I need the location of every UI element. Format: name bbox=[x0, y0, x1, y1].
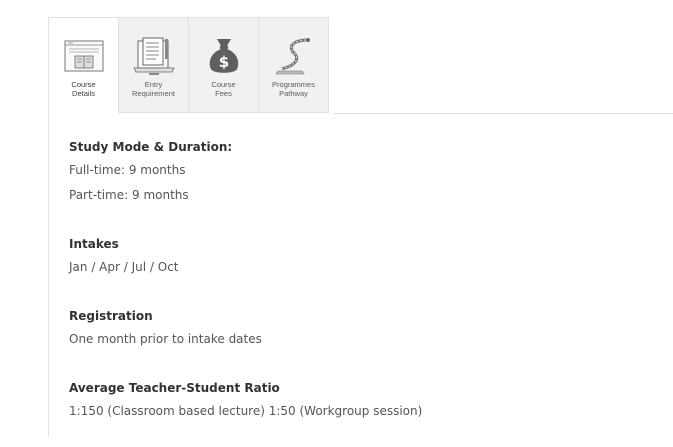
section-heading: Average Teacher-Student Ratio bbox=[69, 381, 280, 395]
section-heading: Study Mode & Duration: bbox=[69, 140, 233, 154]
entry-requirement-icon bbox=[132, 37, 175, 75]
section-line: Full-time: 9 months bbox=[69, 163, 186, 177]
course-details-icon bbox=[64, 40, 103, 72]
pathway-icon bbox=[274, 38, 310, 75]
course-details-content: Study Mode & Duration: Full-time: 9 mont… bbox=[69, 134, 659, 447]
section-line: Part-time: 9 months bbox=[69, 188, 189, 202]
tab-course-fees[interactable]: $ Course Fees bbox=[189, 17, 259, 113]
tab-label: Entry Requirement bbox=[132, 80, 175, 98]
svg-text:$: $ bbox=[218, 53, 228, 71]
tab-course-details[interactable]: Course Details bbox=[49, 17, 119, 113]
money-bag-icon: $ bbox=[209, 39, 238, 73]
intakes-section: Intakes Jan / Apr / Jul / Oct bbox=[69, 231, 659, 280]
section-line: One month prior to intake dates bbox=[69, 332, 262, 346]
tab-entry-requirement[interactable]: Entry Requirement bbox=[119, 17, 189, 113]
tab-label: Course Details bbox=[71, 80, 96, 98]
course-info-panel: Course Details Entry Requirement $ Cours… bbox=[48, 17, 673, 437]
registration-section: Registration One month prior to intake d… bbox=[69, 303, 659, 352]
study-mode-section: Study Mode & Duration: Full-time: 9 mont… bbox=[69, 134, 659, 208]
tab-label: Programmes Pathway bbox=[272, 80, 315, 98]
section-heading: Intakes bbox=[69, 237, 119, 251]
tabs-divider bbox=[333, 113, 673, 114]
section-line: 1:150 (Classroom based lecture) 1:50 (Wo… bbox=[69, 404, 423, 418]
section-heading: Registration bbox=[69, 309, 153, 323]
section-line: Jan / Apr / Jul / Oct bbox=[69, 260, 179, 274]
tab-label: Course Fees bbox=[211, 80, 236, 98]
course-tabs: Course Details Entry Requirement $ Cours… bbox=[49, 17, 329, 113]
ratio-section: Average Teacher-Student Ratio 1:150 (Cla… bbox=[69, 375, 659, 424]
tab-programmes-pathway[interactable]: Programmes Pathway bbox=[259, 17, 329, 113]
